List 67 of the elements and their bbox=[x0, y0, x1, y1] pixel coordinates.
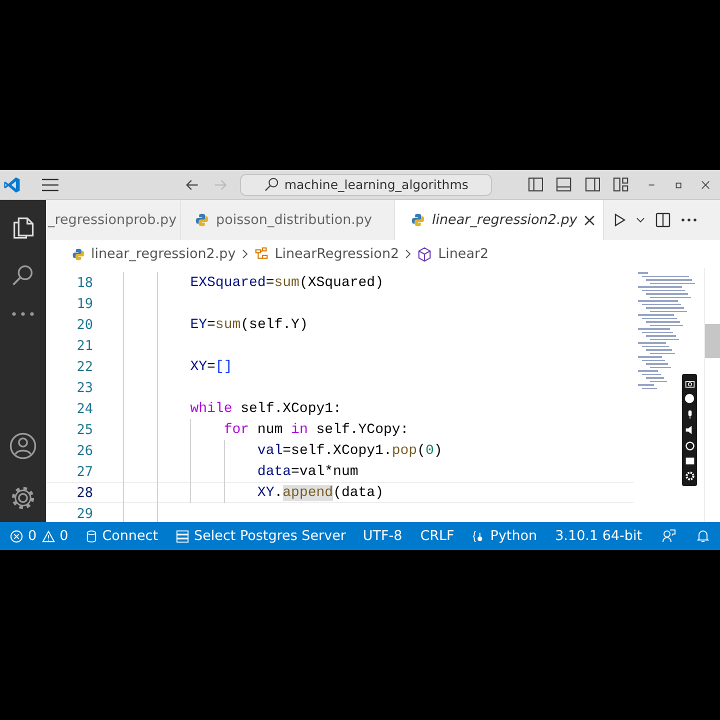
server-status[interactable]: Select Postgres Server bbox=[176, 528, 346, 544]
toggle-panel-icon[interactable] bbox=[556, 176, 572, 193]
more-icon[interactable] bbox=[681, 218, 698, 222]
code-line: EXSquared=sum(XSquared) bbox=[189, 274, 384, 290]
account-icon[interactable] bbox=[9, 432, 37, 460]
line-number: 18 bbox=[76, 274, 93, 290]
code-line: EY=sum(self.Y) bbox=[189, 316, 308, 332]
line-number: 23 bbox=[76, 380, 93, 396]
close-icon[interactable] bbox=[700, 180, 710, 190]
line-number: 20 bbox=[76, 316, 93, 332]
record-icon[interactable] bbox=[684, 392, 695, 404]
breadcrumb-item[interactable]: LinearRegression2 bbox=[274, 246, 400, 262]
line-number: 29 bbox=[76, 506, 93, 522]
python-icon bbox=[72, 248, 85, 260]
code-line: for num in self.YCopy: bbox=[222, 422, 409, 438]
chevron-icon bbox=[242, 249, 248, 259]
breadcrumb-item[interactable]: linear_regression2.py bbox=[91, 246, 236, 262]
feedback-icon[interactable] bbox=[662, 529, 676, 543]
database-icon bbox=[86, 530, 98, 542]
line-number: 28 bbox=[76, 484, 93, 500]
language-status[interactable]: Python bbox=[472, 528, 538, 544]
more-icon[interactable] bbox=[11, 311, 35, 317]
scrollbar-thumb[interactable] bbox=[705, 324, 720, 358]
server-icon bbox=[176, 530, 190, 542]
line-number: 24 bbox=[76, 400, 93, 416]
code-line: XY=[] bbox=[189, 358, 232, 374]
toggle-secondary-sidebar-icon[interactable] bbox=[584, 176, 600, 193]
command-search-field[interactable]: machine_learning_algorithms bbox=[240, 174, 492, 196]
run-icon[interactable] bbox=[614, 213, 626, 227]
editor-tab[interactable]: linear_regression2.py bbox=[395, 200, 604, 240]
code-line: data=val*num bbox=[256, 464, 358, 480]
layout-icon[interactable] bbox=[613, 176, 629, 193]
speaker-icon[interactable] bbox=[684, 425, 694, 436]
camera-icon[interactable] bbox=[684, 378, 694, 388]
toggle-sidebar-icon[interactable] bbox=[528, 176, 544, 193]
class-icon bbox=[254, 246, 269, 262]
breadcrumb-item[interactable]: Linear2 bbox=[438, 246, 489, 262]
problems-status[interactable]: 0 0 bbox=[10, 528, 68, 544]
warning-icon bbox=[42, 530, 55, 542]
line-number: 27 bbox=[76, 464, 93, 480]
search-icon bbox=[264, 177, 280, 192]
chevron-icon bbox=[405, 249, 412, 259]
connect-status[interactable]: Connect bbox=[86, 528, 158, 544]
settings-icon[interactable] bbox=[684, 471, 694, 482]
line-number: 19 bbox=[76, 296, 93, 312]
bell-icon[interactable] bbox=[696, 529, 710, 543]
window-icon[interactable] bbox=[684, 456, 694, 466]
line-number: 25 bbox=[76, 422, 93, 438]
line-number: 22 bbox=[76, 358, 93, 374]
line-number: 26 bbox=[76, 442, 93, 458]
caret-icon[interactable] bbox=[636, 217, 646, 223]
line-number: 21 bbox=[76, 338, 93, 354]
menu-icon[interactable] bbox=[42, 178, 59, 192]
status-item[interactable]: UTF-8 bbox=[362, 528, 402, 544]
editor-tab[interactable]: _regressionprob.py bbox=[46, 200, 181, 240]
error-icon bbox=[10, 530, 23, 542]
restore-icon[interactable] bbox=[674, 180, 683, 190]
status-item[interactable]: 3.10.1 64-bit bbox=[555, 528, 642, 544]
code-line: val=self.XCopy1.pop(0) bbox=[256, 442, 442, 458]
app-logo-icon bbox=[3, 174, 22, 194]
webcam-icon[interactable] bbox=[684, 440, 694, 451]
split-editor-icon[interactable] bbox=[655, 212, 672, 228]
close-icon[interactable] bbox=[584, 214, 596, 226]
code-line: while self.XCopy1: bbox=[189, 400, 342, 416]
code-line: XY.append(data) bbox=[256, 484, 384, 500]
cube-icon bbox=[417, 246, 432, 262]
status-item[interactable]: CRLF bbox=[420, 528, 454, 544]
